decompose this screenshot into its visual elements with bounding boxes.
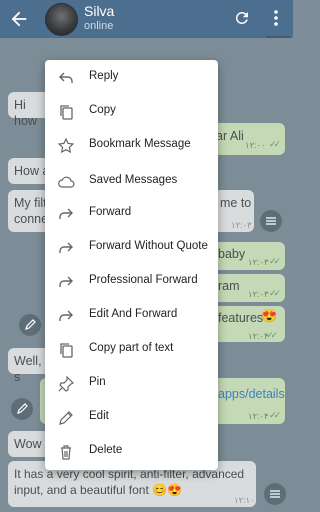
menu-item-label: Reply — [89, 70, 119, 82]
menu-item-professional-forward[interactable]: Professional Forward — [45, 268, 218, 296]
message-text: Hi how — [14, 98, 37, 128]
pencil-icon — [59, 411, 73, 425]
cloud-icon — [58, 176, 75, 188]
menu-item-pin[interactable]: Pin — [45, 370, 218, 398]
menu-item-label: Copy — [89, 104, 116, 116]
read-ticks-icon: ✓✓ — [269, 288, 281, 298]
message-bubble[interactable]: features 😍 ۱۲:۰۴ ✓✓ — [212, 306, 285, 342]
emoji-icon: 😊😍 — [152, 483, 183, 497]
menu-item-label: Edit And Forward — [89, 308, 178, 320]
message-time: ۱۲:۰۳ — [248, 289, 269, 299]
read-ticks-icon: ✓✓ — [269, 410, 281, 420]
chat-title[interactable]: Silva — [84, 3, 114, 19]
message-text: baby — [218, 247, 246, 261]
emoji-icon: 😍 — [261, 308, 278, 323]
forward-icon — [59, 310, 73, 321]
back-arrow-icon[interactable] — [8, 8, 30, 30]
message-time: ۱۲:۰۴ — [248, 411, 269, 421]
message-time: ۱۲:۱۰ — [234, 495, 255, 505]
message-text: It has a very cool spirit, anti-filter, … — [14, 467, 245, 497]
refresh-icon[interactable] — [233, 9, 251, 27]
menu-item-label: Forward Without Quote — [89, 240, 208, 252]
message-bubble[interactable]: ar Ali ۱۲:۰۰ ✓✓ — [212, 123, 285, 155]
message-text: features — [218, 311, 264, 325]
message-time: ۱۲:۰۳ — [231, 220, 252, 230]
forward-icon — [59, 208, 73, 219]
forward-icon — [59, 242, 73, 253]
reply-icon — [59, 72, 73, 83]
share-button[interactable] — [260, 210, 282, 232]
menu-lines-icon — [270, 490, 280, 498]
message-text: ram — [218, 279, 240, 293]
menu-item-edit[interactable]: Edit — [45, 404, 218, 432]
pin-icon — [58, 375, 75, 392]
read-ticks-icon: ✓✓ — [269, 139, 281, 149]
more-vert-icon[interactable] — [268, 9, 284, 27]
message-time: ۱۲:۰۳ — [248, 257, 269, 267]
menu-item-forward-without-quote[interactable]: Forward Without Quote — [45, 234, 218, 262]
menu-item-label: Bookmark Message — [89, 138, 191, 150]
edit-shortcut-button[interactable] — [11, 398, 33, 420]
link-text[interactable]: apps/details — [218, 386, 285, 402]
menu-item-label: Edit — [89, 410, 109, 422]
menu-item-edit-and-forward[interactable]: Edit And Forward — [45, 302, 218, 330]
message-text: me to — [220, 196, 252, 210]
menu-item-copy-part-of-text[interactable]: Copy part of text — [45, 336, 218, 364]
avatar[interactable] — [45, 3, 78, 36]
copy-icon — [60, 105, 73, 120]
chat-status: online — [84, 20, 114, 32]
menu-item-copy[interactable]: Copy — [45, 98, 218, 126]
message-text: ar Ali — [216, 129, 244, 143]
menu-item-forward[interactable]: Forward — [45, 200, 218, 228]
message-time: ۱۲:۰۰ — [245, 140, 266, 150]
menu-item-label: Pin — [89, 376, 106, 388]
message-bubble[interactable]: ram ۱۲:۰۳ ✓✓ — [212, 274, 285, 302]
menu-item-label: Copy part of text — [89, 342, 174, 354]
menu-item-bookmark-message[interactable]: Bookmark Message — [45, 132, 218, 160]
read-ticks-icon: ✓✓ — [266, 330, 278, 340]
copy-icon — [60, 343, 73, 358]
star-icon — [57, 137, 75, 154]
menu-item-label: Saved Messages — [89, 174, 178, 186]
menu-item-saved-messages[interactable]: Saved Messages — [45, 168, 218, 196]
edit-shortcut-button[interactable] — [19, 314, 41, 336]
read-ticks-icon: ✓✓ — [269, 256, 281, 266]
trash-icon — [61, 445, 71, 460]
menu-item-label: Professional Forward — [89, 274, 198, 286]
menu-item-delete[interactable]: Delete — [45, 438, 218, 466]
message-bubble[interactable]: baby ۱۲:۰۳ ✓✓ — [212, 242, 285, 270]
menu-item-reply[interactable]: Reply — [45, 64, 218, 92]
chat-header: Silva online — [0, 0, 293, 38]
share-button[interactable] — [264, 483, 286, 505]
menu-lines-icon — [266, 217, 276, 225]
menu-item-label: Delete — [89, 444, 123, 456]
message-context-menu: Reply Copy Bookmark Message Saved Messag… — [45, 60, 218, 470]
pencil-icon — [17, 403, 28, 414]
menu-item-label: Forward — [89, 206, 132, 218]
message-text: Wow — [14, 437, 42, 451]
pencil-icon — [25, 319, 36, 330]
forward-icon — [59, 276, 73, 287]
